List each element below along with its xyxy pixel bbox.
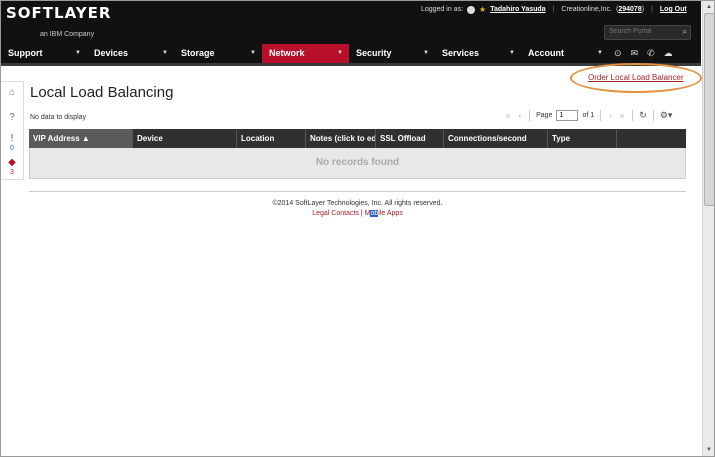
separator <box>632 110 634 121</box>
page-input[interactable] <box>556 110 579 121</box>
nav-devices[interactable]: Devices ▼ <box>87 44 174 63</box>
caret-down-icon: ▼ <box>423 50 429 56</box>
tags-count: 3 <box>10 169 14 176</box>
caret-down-icon: ▼ <box>509 50 515 56</box>
nav-label: Account <box>528 48 564 58</box>
account-id-wrap: (294078) <box>616 6 645 13</box>
nav-label: Security <box>356 48 392 58</box>
nav-label: Storage <box>181 48 215 58</box>
nav-support[interactable]: Support ▼ <box>1 44 87 63</box>
legal-contacts-link[interactable]: Legal Contacts <box>312 210 359 217</box>
logo-text: SOFTLAYER <box>6 4 112 22</box>
browser-frame: SOFTLAYER an IBM Company Logged in as: ★… <box>0 0 715 457</box>
no-data-label: No data to display <box>30 114 87 121</box>
col-ssl-offload[interactable]: SSL Offload <box>376 129 444 148</box>
vertical-scrollbar[interactable]: ▲ ▼ <box>702 1 714 456</box>
separator <box>652 110 654 121</box>
user-name-link[interactable]: Tadahiro Yasuda <box>490 6 545 13</box>
page-label: Page <box>536 112 553 119</box>
footer: ©2014 SoftLayer Technologies, Inc. All r… <box>1 200 714 217</box>
last-page-icon[interactable]: » <box>618 111 626 120</box>
account-id-link[interactable]: 294078 <box>618 6 641 13</box>
caret-down-icon: ▼ <box>250 50 256 56</box>
settings-gear-icon[interactable]: ⚙▾ <box>660 110 673 121</box>
logged-in-label: Logged in as: <box>421 6 464 13</box>
nav-label: Network <box>269 48 305 58</box>
page-of-label: of 1 <box>582 112 595 119</box>
col-empty <box>617 129 686 148</box>
first-page-icon[interactable]: « <box>504 111 512 120</box>
company-name: Creationline,Inc. <box>561 6 613 13</box>
user-bar: Logged in as: ★ Tadahiro Yasuda | Creati… <box>421 5 687 14</box>
col-location[interactable]: Location <box>237 129 306 148</box>
caret-down-icon: ▼ <box>75 50 81 56</box>
main-nav: Support ▼ Devices ▼ Storage ▼ Network ▼ Secu… <box>1 44 701 63</box>
help-icon[interactable]: ? <box>6 112 18 123</box>
caret-down-icon: ▼ <box>337 50 343 56</box>
scroll-down-icon[interactable]: ▼ <box>703 444 714 456</box>
nav-label: Services <box>442 48 480 58</box>
nav-label: Support <box>8 48 43 58</box>
col-device[interactable]: Device <box>133 129 237 148</box>
next-page-icon[interactable]: › <box>607 111 614 120</box>
star-icon: ★ <box>479 5 487 14</box>
home-icon[interactable]: ⌂ <box>6 87 18 98</box>
caret-down-icon: ▼ <box>597 50 603 56</box>
left-rail: ⌂ ? ! 0 ◆ 3 <box>1 81 24 180</box>
nav-account[interactable]: Account ▼ <box>521 44 609 63</box>
alerts-count: 0 <box>10 145 14 152</box>
search-icon[interactable]: ⌕ <box>683 27 687 37</box>
mobile-post: ile Apps <box>378 210 403 217</box>
pager: « ‹ Page of 1 › » ↻ ⚙▾ <box>504 110 672 121</box>
nav-security[interactable]: Security ▼ <box>349 44 435 63</box>
col-connections[interactable]: Connections/second <box>444 129 548 148</box>
col-type[interactable]: Type <box>548 129 617 148</box>
user-icon <box>467 5 476 14</box>
logo[interactable]: SOFTLAYER an IBM Company <box>6 4 112 38</box>
copyright: ©2014 SoftLayer Technologies, Inc. All r… <box>272 200 443 207</box>
scroll-up-icon[interactable]: ▲ <box>703 1 714 13</box>
col-vip-address[interactable]: VIP Address ▲ <box>29 129 133 148</box>
nav-storage[interactable]: Storage ▼ <box>174 44 262 63</box>
separator: | <box>552 6 555 13</box>
nav-label: Devices <box>94 48 129 58</box>
footer-links: Legal Contacts | Mobile Apps <box>1 210 714 217</box>
nav-services[interactable]: Services ▼ <box>435 44 521 63</box>
table-header: VIP Address ▲ Device Location Notes (cli… <box>29 129 686 148</box>
separator: | <box>651 6 653 13</box>
phone-icon[interactable]: ✆ <box>647 48 655 59</box>
order-load-balancer-link[interactable]: Order Local Load Balancer <box>588 73 684 82</box>
page-title: Local Load Balancing <box>30 84 174 101</box>
empty-message: No records found <box>29 148 686 179</box>
search-box: ⌕ <box>604 25 691 40</box>
footer-divider <box>29 191 686 192</box>
caret-down-icon: ▼ <box>162 50 168 56</box>
feedback-icon[interactable]: ☁ <box>664 48 673 59</box>
separator <box>600 110 602 121</box>
logout-link[interactable]: Log Out <box>660 6 687 13</box>
col-notes[interactable]: Notes (click to edit) <box>306 129 376 148</box>
chevron-circle-icon[interactable]: ⊙ <box>614 48 622 59</box>
scroll-thumb[interactable] <box>704 13 714 206</box>
search-input[interactable] <box>605 26 679 37</box>
load-balancer-table: VIP Address ▲ Device Location Notes (cli… <box>29 129 686 179</box>
chat-icon[interactable]: ✉ <box>631 48 639 59</box>
tag-icon[interactable]: ◆ <box>6 157 18 168</box>
nav-icons: ⊙ ✉ ✆ ☁ <box>614 44 673 63</box>
separator: | <box>360 210 363 217</box>
alert-icon[interactable]: ! <box>6 133 18 144</box>
separator <box>529 110 531 121</box>
header-bar: SOFTLAYER an IBM Company Logged in as: ★… <box>1 1 701 65</box>
nav-network[interactable]: Network ▼ <box>262 44 349 63</box>
logo-subtitle: an IBM Company <box>40 31 95 38</box>
prev-page-icon[interactable]: ‹ <box>516 111 523 120</box>
mobile-apps-link[interactable]: Mobile Apps <box>365 210 403 217</box>
refresh-icon[interactable]: ↻ <box>639 110 647 121</box>
